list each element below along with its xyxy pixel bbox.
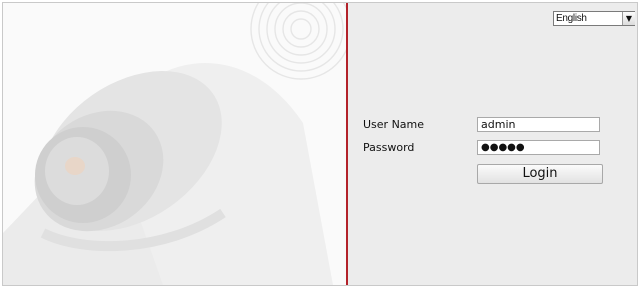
- username-field[interactable]: admin: [477, 117, 600, 132]
- login-button[interactable]: Login: [477, 164, 603, 184]
- camera-lens-graphic: [3, 3, 346, 285]
- password-label: Password: [363, 141, 415, 154]
- password-field[interactable]: ●●●●●: [477, 140, 600, 155]
- username-label: User Name: [363, 118, 425, 131]
- language-select[interactable]: English ▼: [553, 11, 635, 26]
- language-select-value: English: [556, 13, 587, 24]
- login-panel: English ▼ User Name admin Password ●●●●●…: [348, 3, 637, 285]
- login-page: English ▼ User Name admin Password ●●●●●…: [2, 2, 638, 286]
- chevron-down-icon[interactable]: ▼: [622, 12, 635, 25]
- camera-banner: [3, 3, 346, 285]
